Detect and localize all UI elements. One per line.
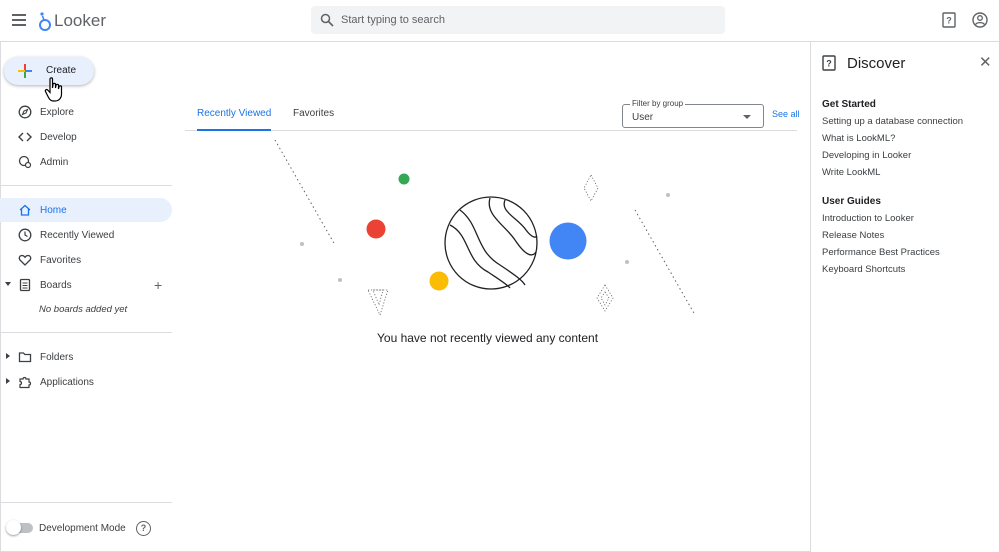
discover-link[interactable]: Release Notes — [822, 230, 884, 241]
puzzle-icon — [19, 376, 32, 389]
compass-icon — [18, 105, 32, 119]
sidebar-item-folders[interactable]: Folders — [0, 345, 172, 369]
app-name: Looker — [54, 11, 106, 30]
heart-icon — [18, 254, 32, 266]
sidebar-item-label: Explore — [40, 107, 74, 118]
filter-value: User — [632, 112, 654, 123]
development-mode-toggle[interactable] — [6, 520, 33, 535]
discover-link[interactable]: Introduction to Looker — [822, 213, 914, 224]
discover-link[interactable]: What is LookML? — [822, 133, 895, 144]
filter-label: Filter by group — [630, 99, 686, 108]
tab-recently-viewed[interactable]: Recently Viewed — [197, 108, 271, 131]
discover-link[interactable]: Write LookML — [822, 167, 880, 178]
admin-gear-icon — [18, 155, 32, 169]
discover-panel: ? Discover ✕ Get Started Setting up a da… — [810, 42, 999, 552]
toggle-knob — [6, 520, 21, 535]
see-all-link[interactable]: See all — [772, 109, 800, 119]
sidebar-item-explore[interactable]: Explore — [0, 100, 172, 124]
home-icon — [19, 204, 31, 216]
discover-link[interactable]: Keyboard Shortcuts — [822, 264, 905, 275]
create-button-label: Create — [46, 65, 77, 76]
development-mode-label: Development Mode — [39, 523, 126, 534]
sidebar-item-develop[interactable]: Develop — [0, 125, 172, 149]
sidebar-divider — [0, 502, 172, 503]
sidebar-item-label: Applications — [40, 377, 94, 388]
hamburger-menu-icon[interactable] — [12, 14, 26, 26]
development-mode-row: Development Mode ? — [0, 516, 172, 540]
no-boards-message: No boards added yet — [39, 304, 128, 315]
add-board-icon[interactable]: + — [154, 278, 162, 292]
top-bar: Looker ? — [0, 0, 999, 42]
sidebar-item-label: Folders — [40, 352, 74, 363]
sidebar-item-label: Develop — [40, 132, 77, 143]
section-heading-get-started: Get Started — [822, 99, 876, 110]
empty-state-message: You have not recently viewed any content — [377, 331, 599, 345]
discover-link[interactable]: Developing in Looker — [822, 150, 911, 161]
sidebar-item-applications[interactable]: Applications — [0, 370, 172, 394]
folder-icon — [18, 352, 32, 363]
dropdown-caret-icon — [743, 115, 751, 119]
tab-favorites[interactable]: Favorites — [293, 108, 334, 131]
sidebar-item-admin[interactable]: Admin — [0, 150, 172, 174]
section-heading-user-guides: User Guides — [822, 196, 881, 207]
expand-caret-icon[interactable] — [6, 378, 10, 384]
empty-state-illustration — [274, 140, 696, 317]
sidebar-item-home[interactable]: Home — [0, 198, 172, 222]
looker-logo[interactable]: Looker — [38, 9, 106, 33]
code-icon — [18, 132, 32, 142]
sidebar-item-label: Home — [40, 205, 67, 216]
sidebar-divider — [0, 332, 172, 333]
clock-icon — [18, 228, 32, 242]
sidebar-item-label: Admin — [40, 157, 69, 168]
svg-text:?: ? — [946, 16, 952, 26]
filter-by-group-select[interactable]: Filter by group User — [622, 99, 764, 128]
plus-icon — [18, 64, 32, 78]
help-icon: ? — [822, 55, 836, 71]
sidebar-item-label: Boards — [40, 280, 72, 291]
svg-text:?: ? — [826, 59, 832, 69]
expand-caret-icon[interactable] — [6, 353, 10, 359]
sidebar: Create Explore Develop Admin Home Recent… — [0, 42, 172, 552]
account-icon[interactable] — [972, 12, 988, 28]
board-icon — [19, 278, 31, 292]
looker-logo-mark-icon — [39, 12, 51, 31]
discover-link[interactable]: Performance Best Practices — [822, 247, 940, 258]
search-input[interactable] — [341, 6, 711, 34]
expand-caret-icon[interactable] — [5, 282, 11, 286]
search-bar[interactable] — [311, 6, 725, 34]
sidebar-item-label: Favorites — [40, 255, 82, 266]
sidebar-item-label: Recently Viewed — [40, 230, 115, 241]
help-circle-icon[interactable]: ? — [136, 521, 151, 536]
sidebar-item-boards[interactable]: Boards + — [0, 273, 172, 297]
close-icon[interactable]: ✕ — [979, 55, 992, 70]
active-tab-indicator — [197, 129, 271, 131]
search-icon — [320, 13, 334, 27]
discover-title: Discover — [847, 55, 906, 72]
sidebar-item-favorites[interactable]: Favorites — [0, 248, 172, 272]
help-icon[interactable]: ? — [942, 12, 956, 28]
sidebar-item-recently-viewed[interactable]: Recently Viewed — [0, 223, 172, 247]
sidebar-divider — [0, 185, 172, 186]
discover-link[interactable]: Setting up a database connection — [822, 116, 963, 127]
